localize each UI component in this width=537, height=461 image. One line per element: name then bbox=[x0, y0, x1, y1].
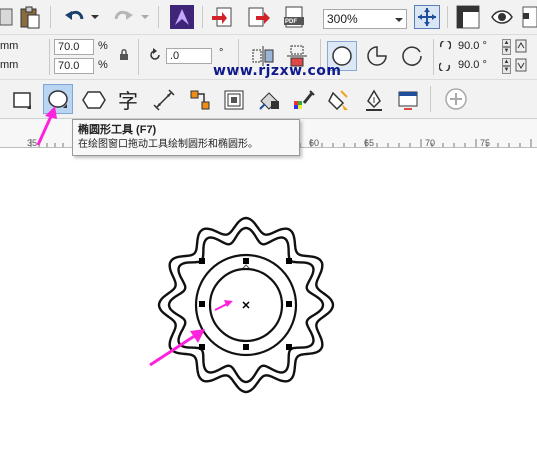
selection-handle[interactable] bbox=[243, 258, 249, 264]
annotation-arrow bbox=[149, 333, 197, 367]
rulers-icon[interactable] bbox=[455, 4, 481, 30]
undo-dropdown-icon[interactable] bbox=[90, 9, 100, 25]
end-angle-spin-up[interactable]: ▲ bbox=[502, 58, 511, 66]
blend-tool-icon[interactable] bbox=[220, 86, 248, 114]
import-icon[interactable] bbox=[210, 5, 236, 29]
end-angle-spin-down[interactable]: ▼ bbox=[502, 66, 511, 74]
separator bbox=[49, 39, 50, 75]
end-angle-icon bbox=[438, 58, 452, 72]
selection-handle[interactable] bbox=[199, 258, 205, 264]
arc-mode-icon[interactable] bbox=[397, 41, 427, 71]
separator bbox=[433, 39, 434, 75]
rotation-degree-symbol: ° bbox=[219, 47, 224, 59]
tool-pointer-arrow bbox=[36, 106, 57, 146]
separator bbox=[138, 39, 139, 75]
outline-pen-tool-icon[interactable] bbox=[360, 86, 388, 114]
standard-toolbar: PDF 300% bbox=[0, 0, 537, 35]
snap-to-icon[interactable] bbox=[521, 4, 537, 30]
chevron-down-icon bbox=[395, 18, 403, 22]
interactive-fill-tool-icon[interactable] bbox=[325, 86, 353, 114]
transparency-tool-icon[interactable] bbox=[255, 86, 283, 114]
separator bbox=[158, 6, 159, 28]
separator bbox=[447, 6, 448, 28]
start-angle-spin-up[interactable]: ▲ bbox=[502, 39, 511, 47]
toolbox: 字 bbox=[0, 80, 537, 119]
end-angle-field[interactable]: 90.0 ° bbox=[455, 58, 498, 74]
selection-handle[interactable] bbox=[286, 258, 292, 264]
scale-x-value: 70.0 bbox=[58, 41, 80, 53]
eyedropper-tool-icon[interactable] bbox=[290, 86, 318, 114]
annotation-arrowhead bbox=[224, 300, 233, 307]
pdf-label: PDF bbox=[285, 19, 297, 25]
publish-pdf-icon[interactable]: PDF bbox=[282, 5, 308, 29]
separator bbox=[202, 6, 203, 28]
direction-toggle-icon[interactable] bbox=[514, 57, 528, 73]
start-angle-spin-down[interactable]: ▼ bbox=[502, 47, 511, 55]
scale-x-field[interactable]: 70.0 bbox=[54, 39, 94, 55]
end-angle-value: 90.0 ° bbox=[458, 59, 487, 71]
tooltip-title: 椭圆形工具 (F7) bbox=[78, 124, 157, 136]
polygon-tool-icon[interactable] bbox=[80, 86, 108, 114]
watermark-text: www.rjzxw.com bbox=[213, 63, 342, 79]
search-content-icon[interactable] bbox=[169, 4, 195, 30]
cut-icon[interactable] bbox=[0, 5, 14, 29]
selection-handle[interactable] bbox=[199, 344, 205, 350]
ellipse-tool-tooltip: 椭圆形工具 (F7) 在绘图窗口拖动工具绘制圆形和椭圆形。 bbox=[72, 119, 300, 156]
drawing-canvas[interactable] bbox=[0, 148, 537, 458]
redo-icon[interactable] bbox=[110, 5, 136, 29]
dimension-tool-icon[interactable] bbox=[150, 86, 178, 114]
height-unit-label: mm bbox=[0, 59, 19, 71]
selection-handle[interactable] bbox=[286, 344, 292, 350]
direction-icon[interactable] bbox=[514, 38, 528, 54]
drawing-svg bbox=[149, 216, 335, 394]
ruler-tick-label: 70 bbox=[425, 138, 436, 148]
rotation-angle-field[interactable]: .0 bbox=[166, 48, 212, 64]
center-marker bbox=[242, 301, 250, 309]
rotation-icon bbox=[147, 47, 163, 63]
redo-dropdown-icon[interactable] bbox=[140, 9, 150, 25]
export-icon[interactable] bbox=[246, 5, 272, 29]
rotation-node bbox=[242, 264, 250, 269]
pie-mode-icon[interactable] bbox=[362, 41, 392, 71]
scale-y-value: 70.0 bbox=[58, 60, 80, 72]
scale-x-percent: % bbox=[98, 40, 108, 52]
add-tool-icon[interactable] bbox=[442, 85, 470, 113]
text-tool-icon[interactable]: 字 bbox=[114, 85, 142, 113]
tooltip-description: 在绘图窗口拖动工具绘制圆形和椭圆形。 bbox=[78, 139, 258, 150]
paste-icon[interactable] bbox=[18, 5, 42, 29]
start-angle-field[interactable]: 90.0 ° bbox=[455, 39, 498, 55]
connector-tool-icon[interactable] bbox=[186, 86, 214, 114]
text-tool-glyph: 字 bbox=[118, 88, 138, 113]
width-unit-label: mm bbox=[0, 40, 19, 52]
selection-handle[interactable] bbox=[286, 301, 292, 307]
interactive-outline-tool-icon[interactable] bbox=[394, 86, 422, 114]
scale-y-percent: % bbox=[98, 59, 108, 71]
lock-ratio-icon[interactable] bbox=[117, 47, 131, 63]
ruler-tick-label: 75 bbox=[480, 138, 491, 148]
full-screen-preview-icon[interactable] bbox=[414, 5, 440, 29]
start-angle-value: 90.0 ° bbox=[458, 40, 487, 52]
separator bbox=[430, 86, 431, 112]
undo-icon[interactable] bbox=[62, 5, 88, 29]
selection-handle[interactable] bbox=[199, 301, 205, 307]
ruler-tick-label: 60 bbox=[309, 138, 320, 148]
start-angle-icon bbox=[438, 40, 452, 54]
view-icon[interactable] bbox=[489, 4, 515, 30]
ruler-tick-label: 65 bbox=[364, 138, 375, 148]
zoom-level-select[interactable]: 300% bbox=[323, 9, 407, 29]
rotation-angle-value: .0 bbox=[170, 50, 180, 62]
scale-y-field[interactable]: 70.0 bbox=[54, 58, 94, 74]
zoom-level-value: 300% bbox=[327, 12, 358, 26]
selection-handle[interactable] bbox=[243, 344, 249, 350]
separator bbox=[50, 6, 51, 28]
